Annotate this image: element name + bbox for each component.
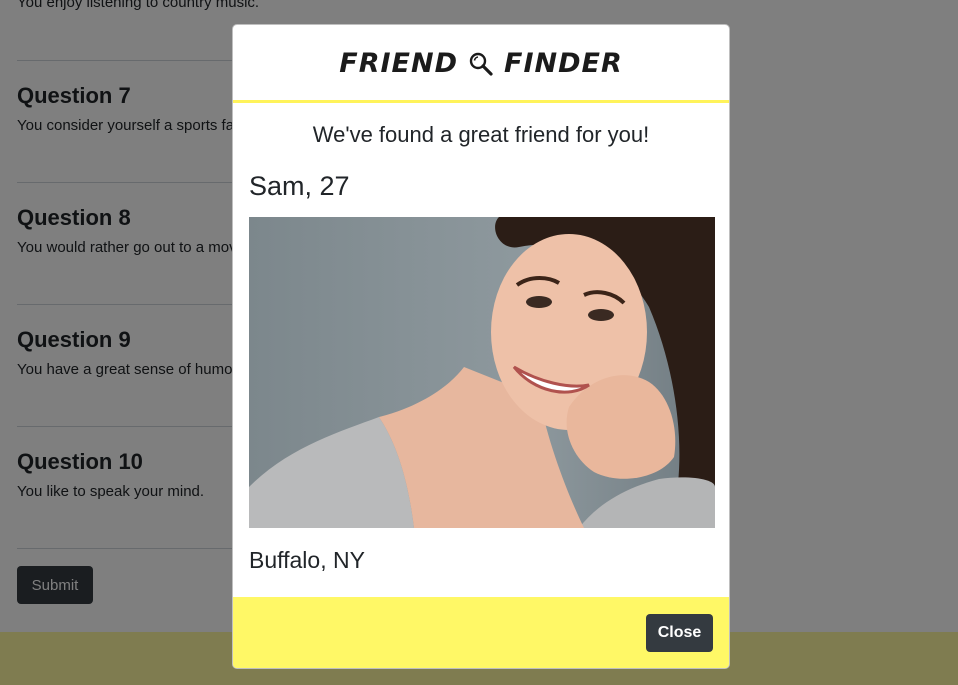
close-button[interactable]: Close: [646, 614, 713, 652]
match-name-age: Sam, 27: [249, 171, 350, 201]
match-modal: FRIEND FINDER We've found a great friend…: [232, 24, 730, 669]
brand-logo: FRIEND FINDER: [339, 48, 622, 79]
magnifying-glass-icon: [468, 51, 494, 77]
brand-word-right: FINDER: [504, 48, 623, 79]
modal-subtitle: We've found a great friend for you!: [312, 122, 650, 147]
modal-body: We've found a great friend for you! Sam,…: [233, 120, 729, 574]
modal-header: FRIEND FINDER: [233, 25, 729, 103]
brand-word-left: FRIEND: [339, 48, 458, 79]
match-location: Buffalo, NY: [249, 547, 365, 573]
match-photo: [249, 217, 715, 528]
modal-footer: Close: [233, 597, 729, 668]
